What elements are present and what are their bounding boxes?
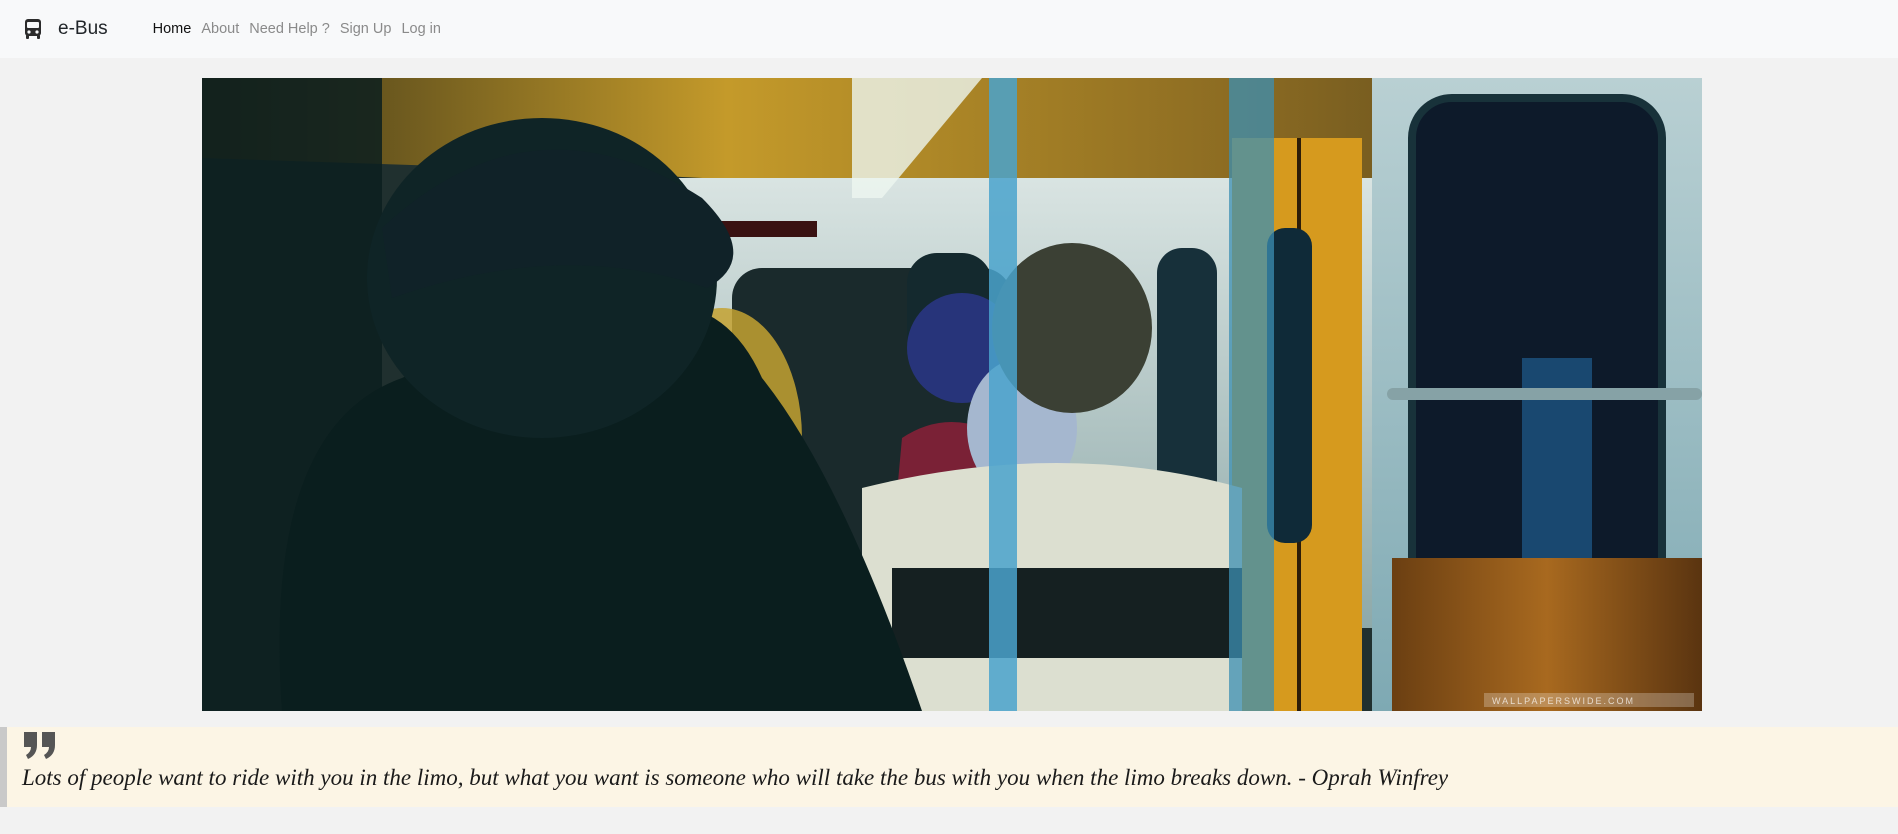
nav-sign-up[interactable]: Sign Up xyxy=(340,21,392,37)
hero-image: WALLPAPERSWIDE.COM xyxy=(202,78,1702,711)
brand-link[interactable]: e-Bus xyxy=(24,18,108,40)
hero-watermark: WALLPAPERSWIDE.COM xyxy=(1492,696,1635,706)
nav-home[interactable]: Home xyxy=(153,21,192,37)
quote-icon xyxy=(22,730,58,760)
nav-links: Home About Need Help ? Sign Up Log in xyxy=(153,21,451,37)
nav-about[interactable]: About xyxy=(201,21,239,37)
navbar: e-Bus Home About Need Help ? Sign Up Log… xyxy=(0,0,1898,58)
nav-need-help[interactable]: Need Help ? xyxy=(249,21,330,37)
nav-log-in[interactable]: Log in xyxy=(401,21,441,37)
hero-illustration: WALLPAPERSWIDE.COM xyxy=(202,78,1702,711)
quote-block: Lots of people want to ride with you in … xyxy=(0,727,1898,807)
bus-icon xyxy=(24,19,42,39)
quote-text: Lots of people want to ride with you in … xyxy=(22,765,1449,790)
brand-name: e-Bus xyxy=(58,18,108,39)
